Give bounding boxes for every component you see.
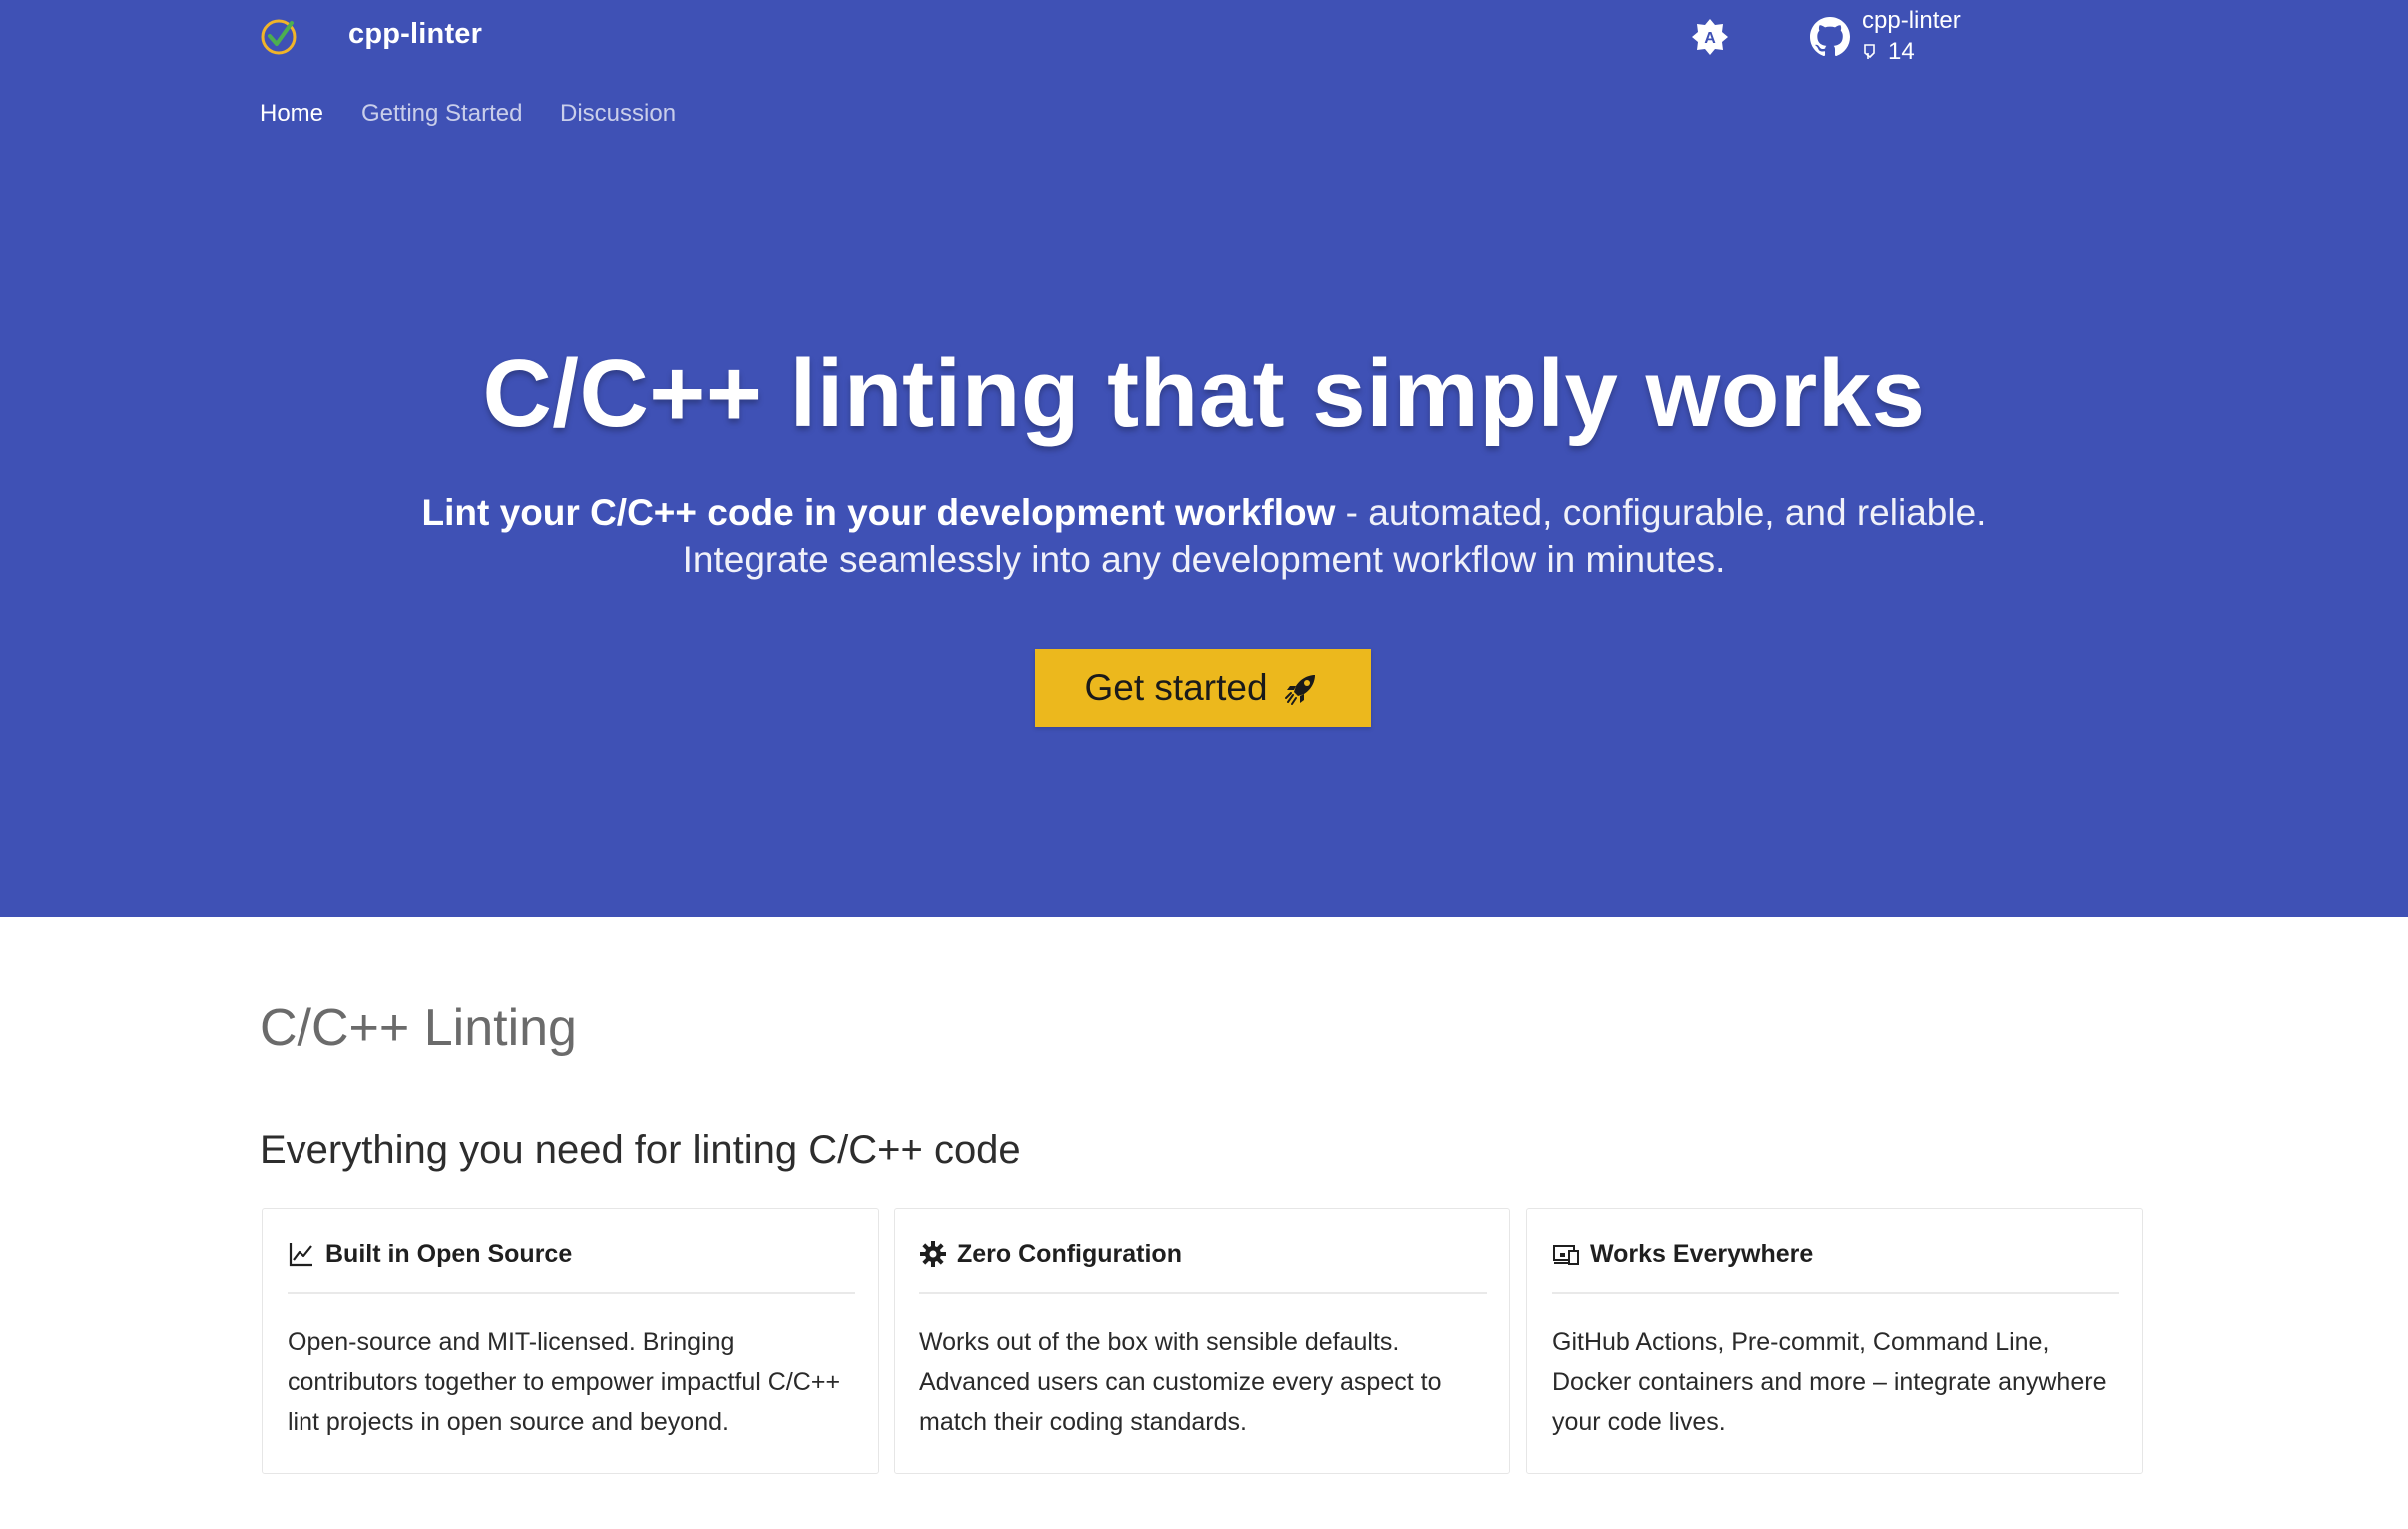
hero-subtitle-rest: - automated, configurable, and reliable. — [1335, 492, 1987, 533]
feature-card-zero-config: Zero Configuration Works out of the box … — [894, 1208, 1510, 1474]
hero-subtitle-bold: Lint your C/C++ code in your development… — [421, 492, 1336, 533]
get-started-label: Get started — [1084, 667, 1268, 708]
hero-subtitle-line-2: Integrate seamlessly into any developmen… — [682, 539, 1726, 580]
check-circle-logo-icon — [261, 19, 297, 55]
rocket-icon — [1284, 675, 1315, 705]
devices-icon — [1553, 1245, 1579, 1265]
feature-card-works-everywhere: Works Everywhere GitHub Actions, Pre-com… — [1526, 1208, 2143, 1474]
tab-discussion[interactable]: Discussion — [560, 100, 676, 128]
color-palette-toggle[interactable]: A — [1690, 17, 1730, 57]
card-body: Open-source and MIT-licensed. Bringing c… — [288, 1328, 841, 1436]
svg-text:A: A — [1704, 30, 1716, 47]
card-title: Works Everywhere — [1590, 1240, 1814, 1268]
get-started-button[interactable]: Get started — [1035, 649, 1371, 727]
hero-section: C/C++ linting that simply works Lint you… — [0, 140, 2408, 917]
section-subtitle: Everything you need for linting C/C++ co… — [260, 1128, 1021, 1172]
card-header: Built in Open Source — [288, 1239, 855, 1294]
hero-subtitle: Lint your C/C++ code in your development… — [0, 489, 2408, 583]
brightness-auto-icon: A — [1692, 19, 1728, 55]
tab-home[interactable]: Home — [260, 100, 323, 128]
card-body: GitHub Actions, Pre-commit, Command Line… — [1552, 1328, 2107, 1436]
top-header: cpp-linter A cpp-linter 14 — [0, 0, 2408, 72]
repo-link[interactable]: cpp-linter 14 — [1810, 4, 2000, 66]
repo-stats: 14 — [1862, 38, 1915, 66]
feature-card-open-source: Built in Open Source Open-source and MIT… — [262, 1208, 879, 1474]
hero-subtitle-line-1: Lint your C/C++ code in your development… — [0, 489, 2408, 536]
tag-icon — [1864, 44, 1875, 59]
repo-name: cpp-linter — [1862, 7, 1961, 34]
site-name[interactable]: cpp-linter — [348, 18, 482, 51]
github-icon — [1810, 17, 1850, 57]
card-header: Works Everywhere — [1552, 1239, 2119, 1294]
card-body: Works out of the box with sensible defau… — [919, 1328, 1442, 1436]
repo-stat-count: 14 — [1888, 38, 1915, 65]
gear-icon — [920, 1241, 946, 1267]
chart-line-icon — [289, 1243, 312, 1267]
card-header: Zero Configuration — [919, 1239, 1487, 1294]
hero-title: C/C++ linting that simply works — [482, 340, 1926, 447]
card-title: Zero Configuration — [957, 1240, 1182, 1268]
card-title: Built in Open Source — [325, 1240, 573, 1268]
section-title: C/C++ Linting — [260, 999, 577, 1057]
tab-getting-started[interactable]: Getting Started — [361, 100, 522, 128]
navigation-tabs: Home Getting Started Discussion — [0, 72, 2408, 140]
